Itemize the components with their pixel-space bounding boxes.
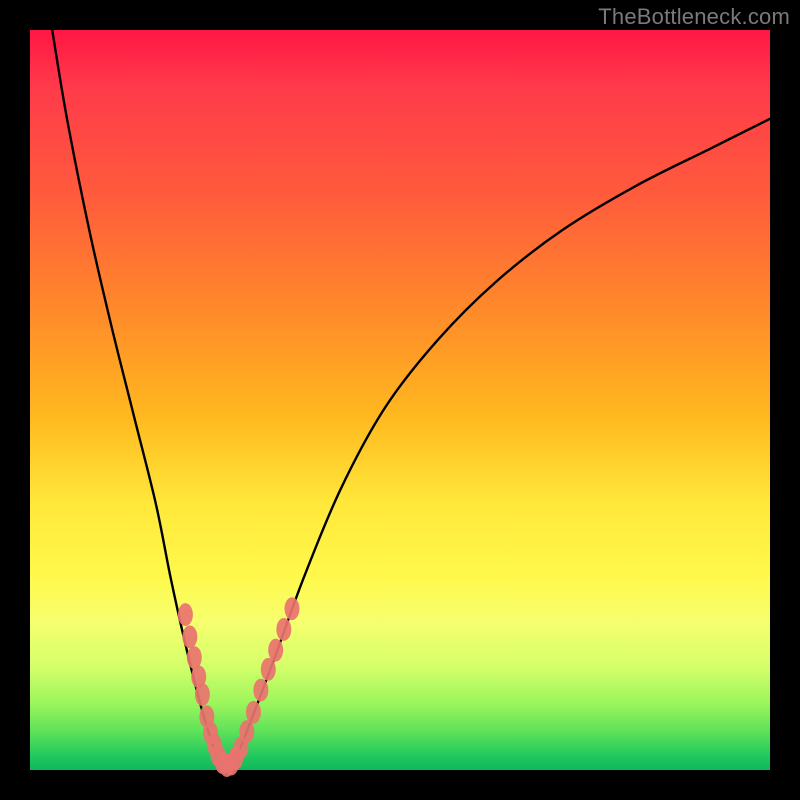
curve-markers (178, 597, 300, 777)
watermark-text: TheBottleneck.com (598, 4, 790, 30)
chart-frame: TheBottleneck.com (0, 0, 800, 800)
curve-marker (178, 603, 193, 626)
curve-marker (239, 720, 254, 743)
curve-marker (195, 683, 210, 706)
curve-marker (268, 639, 283, 662)
curve-layer (30, 30, 770, 770)
curve-marker (261, 658, 276, 681)
bottleneck-curve (52, 30, 770, 773)
plot-area (30, 30, 770, 770)
curve-marker (246, 701, 261, 724)
curve-marker (253, 679, 268, 702)
curve-marker (284, 597, 299, 620)
curve-marker (276, 618, 291, 641)
curve-marker (182, 625, 197, 648)
